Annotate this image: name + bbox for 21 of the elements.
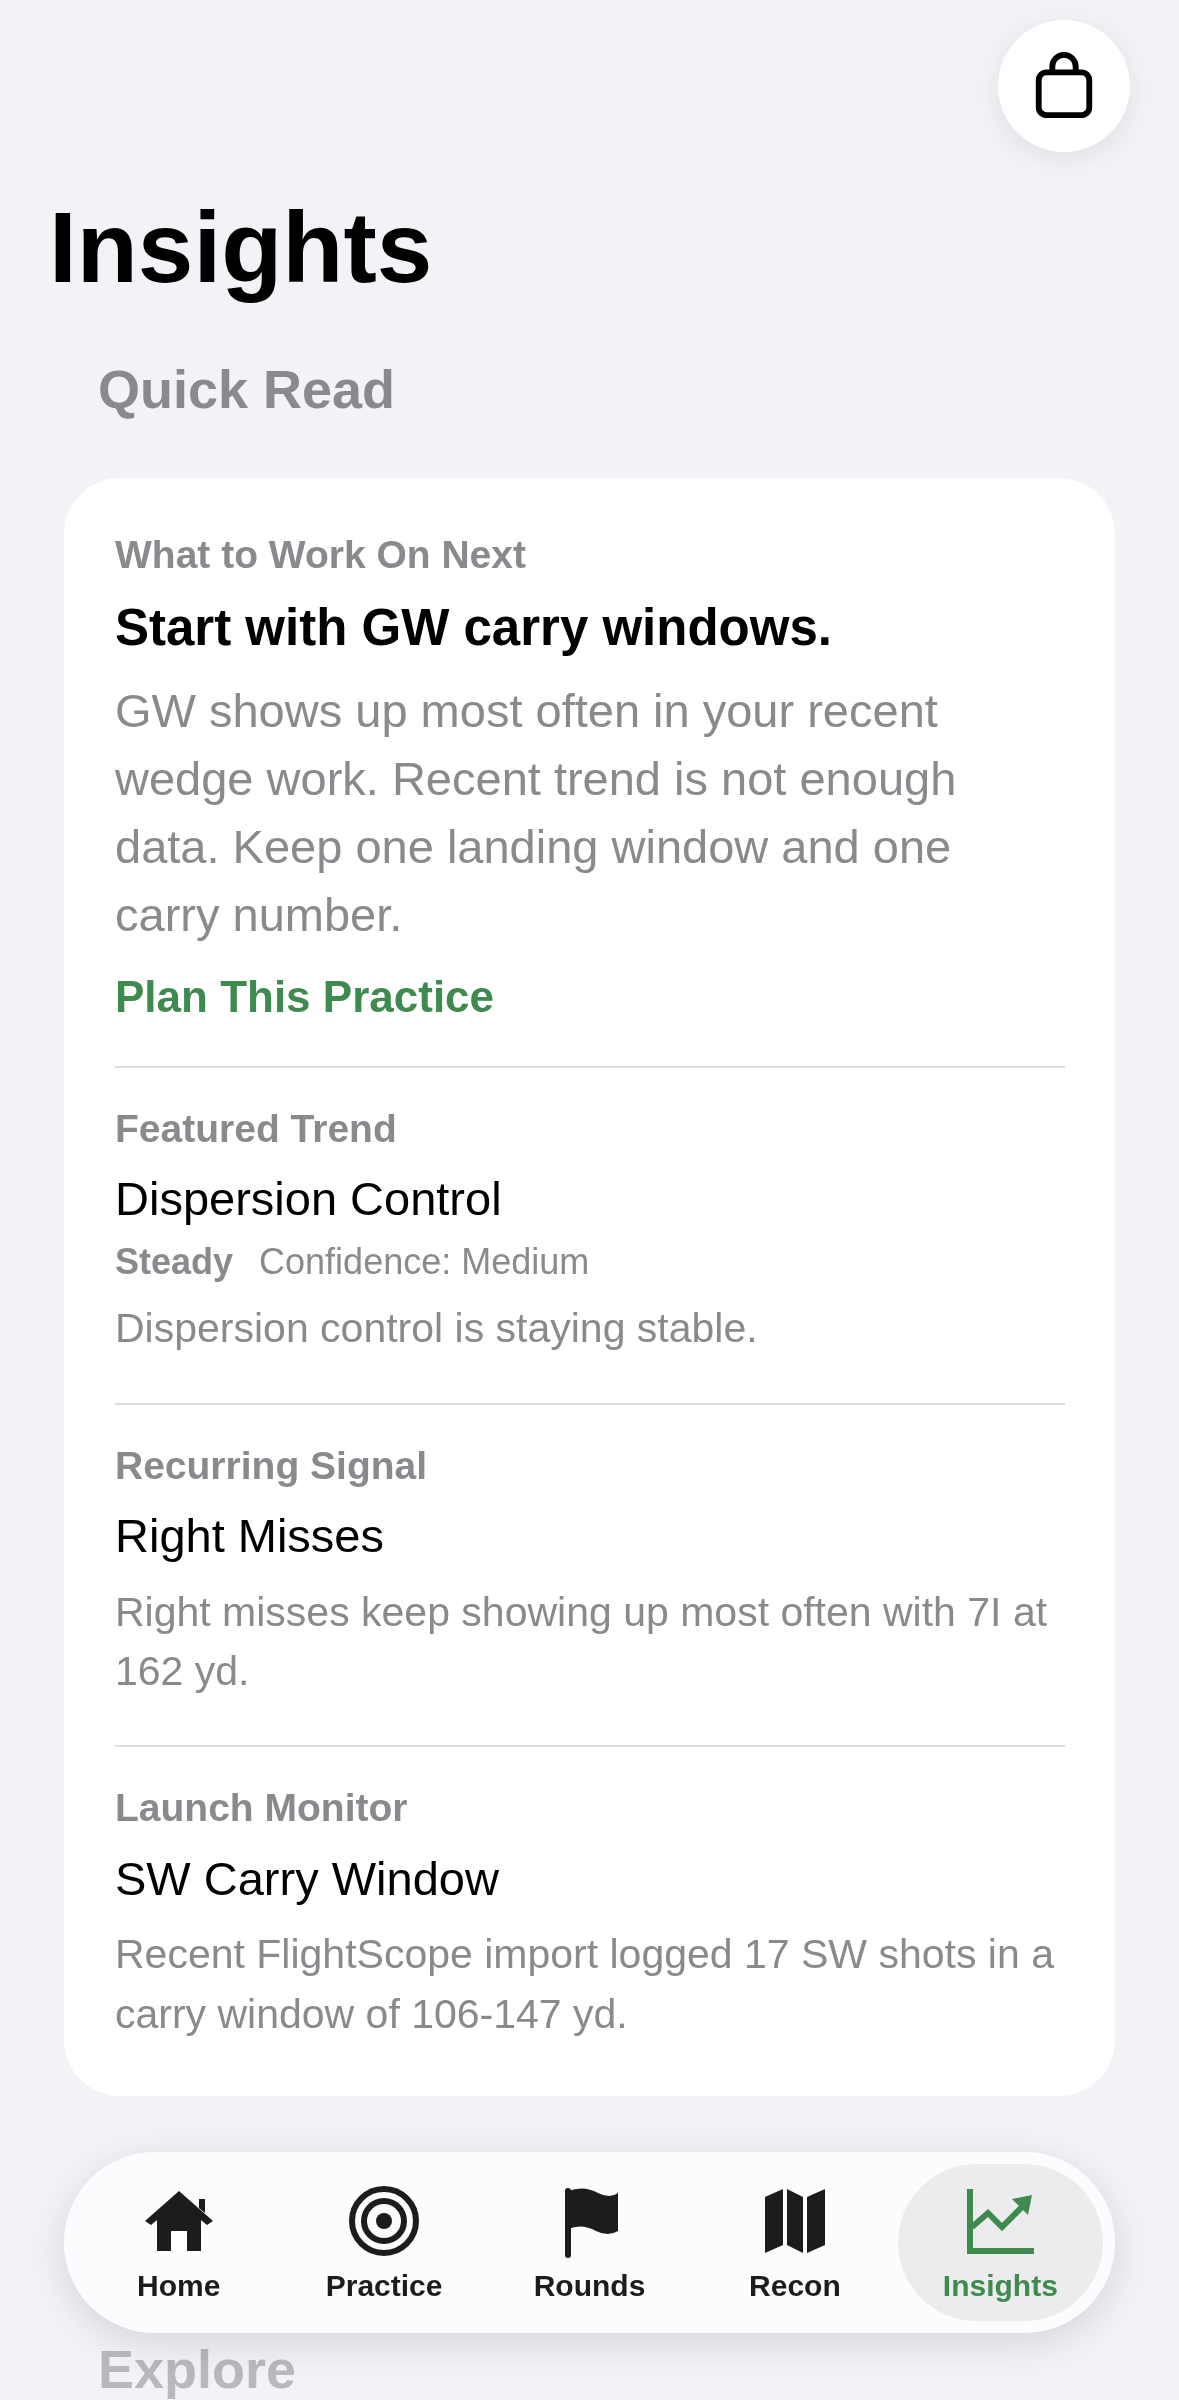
- tab[interactable]: Practice: [281, 2164, 487, 2321]
- tab[interactable]: Home: [76, 2164, 282, 2321]
- card-body: Recent FlightScope import logged 17 SW shots in a carry window of 106-147 yd.: [115, 1930, 1055, 2039]
- card-eyebrow: Launch Monitor: [115, 1785, 409, 1832]
- card-body: Dispersion control is staying stable.: [115, 1304, 759, 1354]
- card-headline: Start with GW carry windows.: [115, 597, 833, 658]
- card-body: GW shows up most often in your recent wedge work. Recent trend is not enough data. Keep one landing window and one carry number.: [115, 683, 958, 944]
- plan-practice-link[interactable]: Plan This Practice: [115, 971, 495, 1022]
- confidence-label: Confidence: Medium: [259, 1241, 590, 1284]
- card-headline: Right Misses: [115, 1508, 385, 1565]
- trend-status: Steady: [115, 1241, 234, 1284]
- page-title: Insights: [49, 192, 434, 302]
- card-eyebrow: Featured Trend: [115, 1105, 398, 1152]
- card-eyebrow: What to Work On Next: [115, 532, 527, 578]
- card-headline: Dispersion Control: [115, 1171, 503, 1228]
- card-headline: SW Carry Window: [115, 1851, 500, 1908]
- tab[interactable]: Recon: [692, 2164, 898, 2321]
- tab[interactable]: Rounds: [486, 2164, 693, 2321]
- tab[interactable]: Insights: [897, 2164, 1104, 2321]
- card-eyebrow: Recurring Signal: [115, 1442, 429, 1489]
- card-body: Right misses keep showing up most often with 7I at 162 yd.: [115, 1587, 1049, 1696]
